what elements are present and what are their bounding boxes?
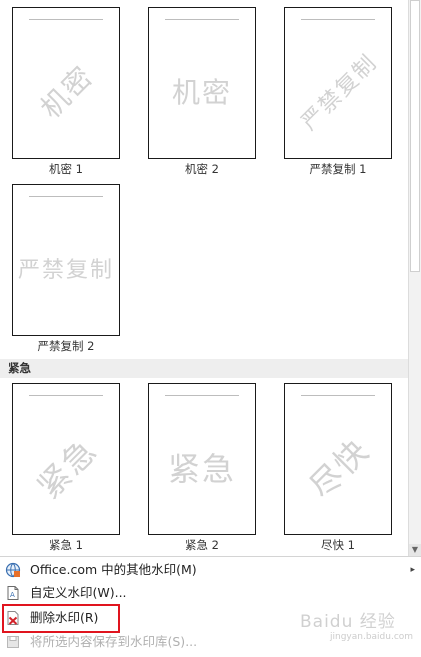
thumb-page: 严禁复制 <box>284 7 392 159</box>
watermark-text: 紧急 <box>29 430 105 506</box>
svg-text:A: A <box>10 591 15 599</box>
header-rule <box>301 19 375 20</box>
menu-item-more-watermarks-office[interactable]: Office.com 中的其他水印(M) ▸ <box>0 559 421 581</box>
thumb-page: 严禁复制 <box>12 184 120 336</box>
thumb-caption: 严禁复制 1 <box>309 162 367 176</box>
watermark-text: 紧急 <box>167 449 237 488</box>
menu-item-label: Office.com 中的其他水印(M) <box>30 562 197 577</box>
watermark-text: 严禁复制 <box>17 257 115 283</box>
office-globe-icon <box>5 562 21 578</box>
scroll-down-arrow-icon[interactable]: ▼ <box>409 544 421 556</box>
remove-watermark-highlight <box>2 604 120 633</box>
watermark-text: 机密 <box>171 75 233 109</box>
custom-watermark-icon: A <box>5 585 21 601</box>
thumb-page: 尽快 <box>284 383 392 535</box>
thumb-caption: 紧急 2 <box>185 538 219 552</box>
gallery-scrollbar[interactable]: ▼ <box>408 0 421 556</box>
watermark-gallery: 机密 机密 1 机密 机密 2 严禁复制 严禁复制 1 严禁复制 严禁复制 2 … <box>0 0 408 556</box>
submenu-arrow-icon: ▸ <box>410 565 415 575</box>
scrollbar-thumb[interactable] <box>410 0 420 272</box>
header-rule <box>29 196 103 197</box>
header-rule <box>29 395 103 396</box>
baidu-jingyan-url: jingyan.baidu.com <box>330 632 414 642</box>
save-to-gallery-icon <box>5 634 21 650</box>
baidu-jingyan-logo: Baidu 经验 <box>300 612 396 632</box>
thumb-page: 紧急 <box>12 383 120 535</box>
header-rule <box>301 395 375 396</box>
menu-item-custom-watermark[interactable]: A 自定义水印(W)... <box>0 582 421 604</box>
header-rule <box>165 395 239 396</box>
watermark-text: 机密 <box>34 58 100 125</box>
thumb-caption: 机密 1 <box>49 162 83 176</box>
thumb-caption: 紧急 1 <box>49 538 83 552</box>
thumb-page: 机密 <box>12 7 120 159</box>
header-rule <box>29 19 103 20</box>
thumb-page: 机密 <box>148 7 256 159</box>
watermark-text: 尽快 <box>301 430 377 506</box>
menu-item-label: 将所选内容保存到水印库(S)... <box>30 634 198 649</box>
menu-item-label: 自定义水印(W)... <box>30 585 127 600</box>
thumb-caption: 机密 2 <box>185 162 219 176</box>
section-header-urgent: 紧急 <box>0 359 408 378</box>
thumb-caption: 尽快 1 <box>321 538 355 552</box>
header-rule <box>165 19 239 20</box>
watermark-text: 严禁复制 <box>296 49 383 136</box>
thumb-caption: 严禁复制 2 <box>37 339 95 353</box>
thumb-page: 紧急 <box>148 383 256 535</box>
